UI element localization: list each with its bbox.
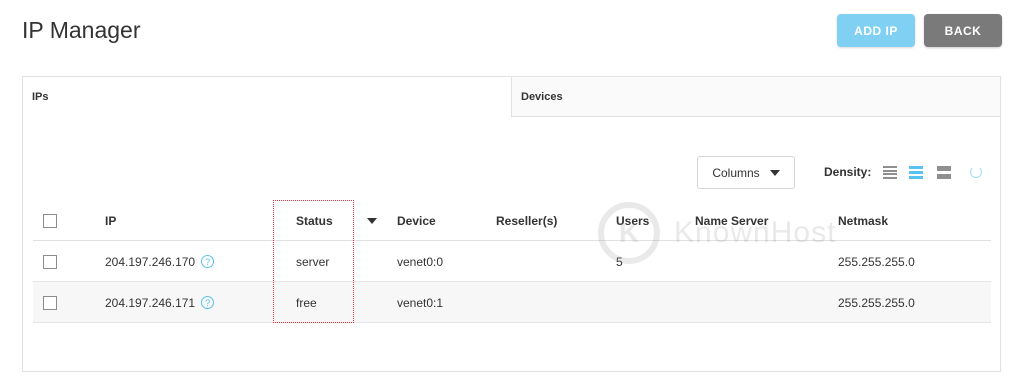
- column-header-status[interactable]: Status: [296, 200, 333, 241]
- netmask-cell: 255.255.255.0: [838, 295, 915, 310]
- ip-table: IP Status Device Reseller(s) Users Name …: [33, 200, 991, 323]
- ip-manager-panel: IPs Devices Columns Density: IP Status D…: [22, 76, 1001, 372]
- status-cell: free: [296, 295, 317, 310]
- column-header-netmask[interactable]: Netmask: [838, 200, 888, 241]
- refresh-icon[interactable]: [970, 166, 982, 178]
- tab-devices[interactable]: Devices: [512, 77, 1000, 117]
- tab-ips[interactable]: IPs: [23, 77, 512, 117]
- columns-label: Columns: [712, 165, 760, 180]
- row-checkbox[interactable]: [43, 254, 57, 269]
- ip-value: 204.197.246.170: [105, 254, 196, 269]
- column-header-users[interactable]: Users: [616, 200, 649, 241]
- tab-bar: IPs Devices: [23, 77, 1000, 117]
- table-row: 204.197.246.171? free venet0:1 255.255.2…: [33, 282, 991, 323]
- select-all-checkbox[interactable]: [43, 213, 57, 228]
- ip-value: 204.197.246.171: [105, 295, 196, 310]
- column-header-device[interactable]: Device: [397, 200, 436, 241]
- table-header-row: IP Status Device Reseller(s) Users Name …: [33, 200, 991, 241]
- table-row: 204.197.246.170? server venet0:0 5 255.2…: [33, 241, 991, 282]
- users-cell: 5: [616, 254, 623, 269]
- device-cell: venet0:1: [397, 295, 444, 310]
- help-icon[interactable]: ?: [201, 296, 215, 309]
- columns-dropdown[interactable]: Columns: [697, 156, 795, 189]
- row-checkbox-cell: [43, 241, 57, 282]
- density-compact-icon[interactable]: [883, 166, 897, 179]
- device-cell: venet0:0: [397, 254, 444, 269]
- back-button[interactable]: BACK: [924, 14, 1002, 47]
- ip-cell: 204.197.246.171?: [105, 282, 215, 323]
- row-checkbox[interactable]: [43, 295, 57, 310]
- sort-cell: [367, 200, 377, 241]
- column-header-resellers[interactable]: Reseller(s): [496, 200, 557, 241]
- ip-cell: 204.197.246.170?: [105, 241, 215, 282]
- density-normal-icon[interactable]: [909, 166, 923, 179]
- sort-caret-icon[interactable]: [367, 217, 377, 224]
- add-ip-button[interactable]: ADD IP: [837, 14, 915, 47]
- density-label: Density:: [824, 165, 872, 179]
- column-header-name-server[interactable]: Name Server: [695, 200, 768, 241]
- select-all-cell: [43, 200, 57, 241]
- page-title: IP Manager: [22, 17, 141, 43]
- row-checkbox-cell: [43, 282, 57, 323]
- column-header-ip[interactable]: IP: [105, 200, 116, 241]
- status-cell: server: [296, 254, 330, 269]
- help-icon[interactable]: ?: [201, 255, 215, 268]
- netmask-cell: 255.255.255.0: [838, 254, 915, 269]
- density-comfortable-icon[interactable]: [937, 166, 951, 179]
- caret-down-icon: [769, 169, 780, 176]
